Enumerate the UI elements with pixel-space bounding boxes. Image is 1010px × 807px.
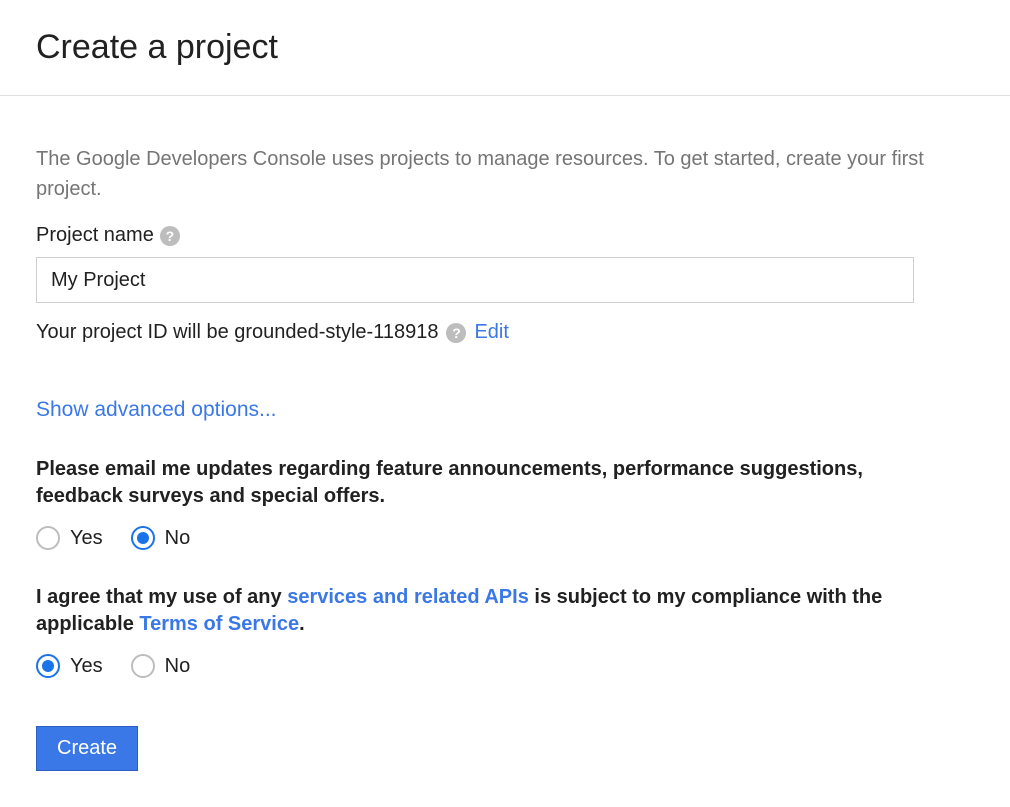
radio-icon — [131, 654, 155, 678]
project-id-row: Your project ID will be grounded-style-1… — [36, 321, 974, 344]
terms-question: I agree that my use of any services and … — [36, 584, 936, 638]
email-updates-yes-option[interactable]: Yes — [36, 526, 103, 550]
page-title: Create a project — [36, 28, 974, 67]
project-name-label: Project name — [36, 224, 154, 247]
terms-of-service-link[interactable]: Terms of Service — [139, 613, 299, 635]
help-icon[interactable]: ? — [446, 323, 466, 343]
terms-no-option[interactable]: No — [131, 654, 191, 678]
intro-text: The Google Developers Console uses proje… — [36, 144, 936, 204]
email-updates-no-option[interactable]: No — [131, 526, 191, 550]
project-name-label-row: Project name ? — [36, 224, 974, 247]
services-apis-link[interactable]: services and related APIs — [287, 586, 529, 608]
email-updates-question: Please email me updates regarding featur… — [36, 456, 936, 510]
page-header: Create a project — [0, 0, 1010, 96]
radio-icon — [131, 526, 155, 550]
show-advanced-options-link[interactable]: Show advanced options... — [36, 398, 277, 422]
terms-radio-group: Yes No — [36, 654, 974, 678]
project-name-input[interactable] — [36, 257, 914, 303]
edit-project-id-link[interactable]: Edit — [474, 321, 508, 344]
help-icon[interactable]: ? — [160, 226, 180, 246]
radio-label: Yes — [70, 655, 103, 678]
radio-label: No — [165, 655, 191, 678]
radio-icon — [36, 654, 60, 678]
project-id-text: Your project ID will be grounded-style-1… — [36, 321, 438, 344]
radio-icon — [36, 526, 60, 550]
page-content: The Google Developers Console uses proje… — [0, 96, 1010, 807]
create-button[interactable]: Create — [36, 726, 138, 771]
terms-yes-option[interactable]: Yes — [36, 654, 103, 678]
radio-label: Yes — [70, 527, 103, 550]
radio-label: No — [165, 527, 191, 550]
email-updates-radio-group: Yes No — [36, 526, 974, 550]
